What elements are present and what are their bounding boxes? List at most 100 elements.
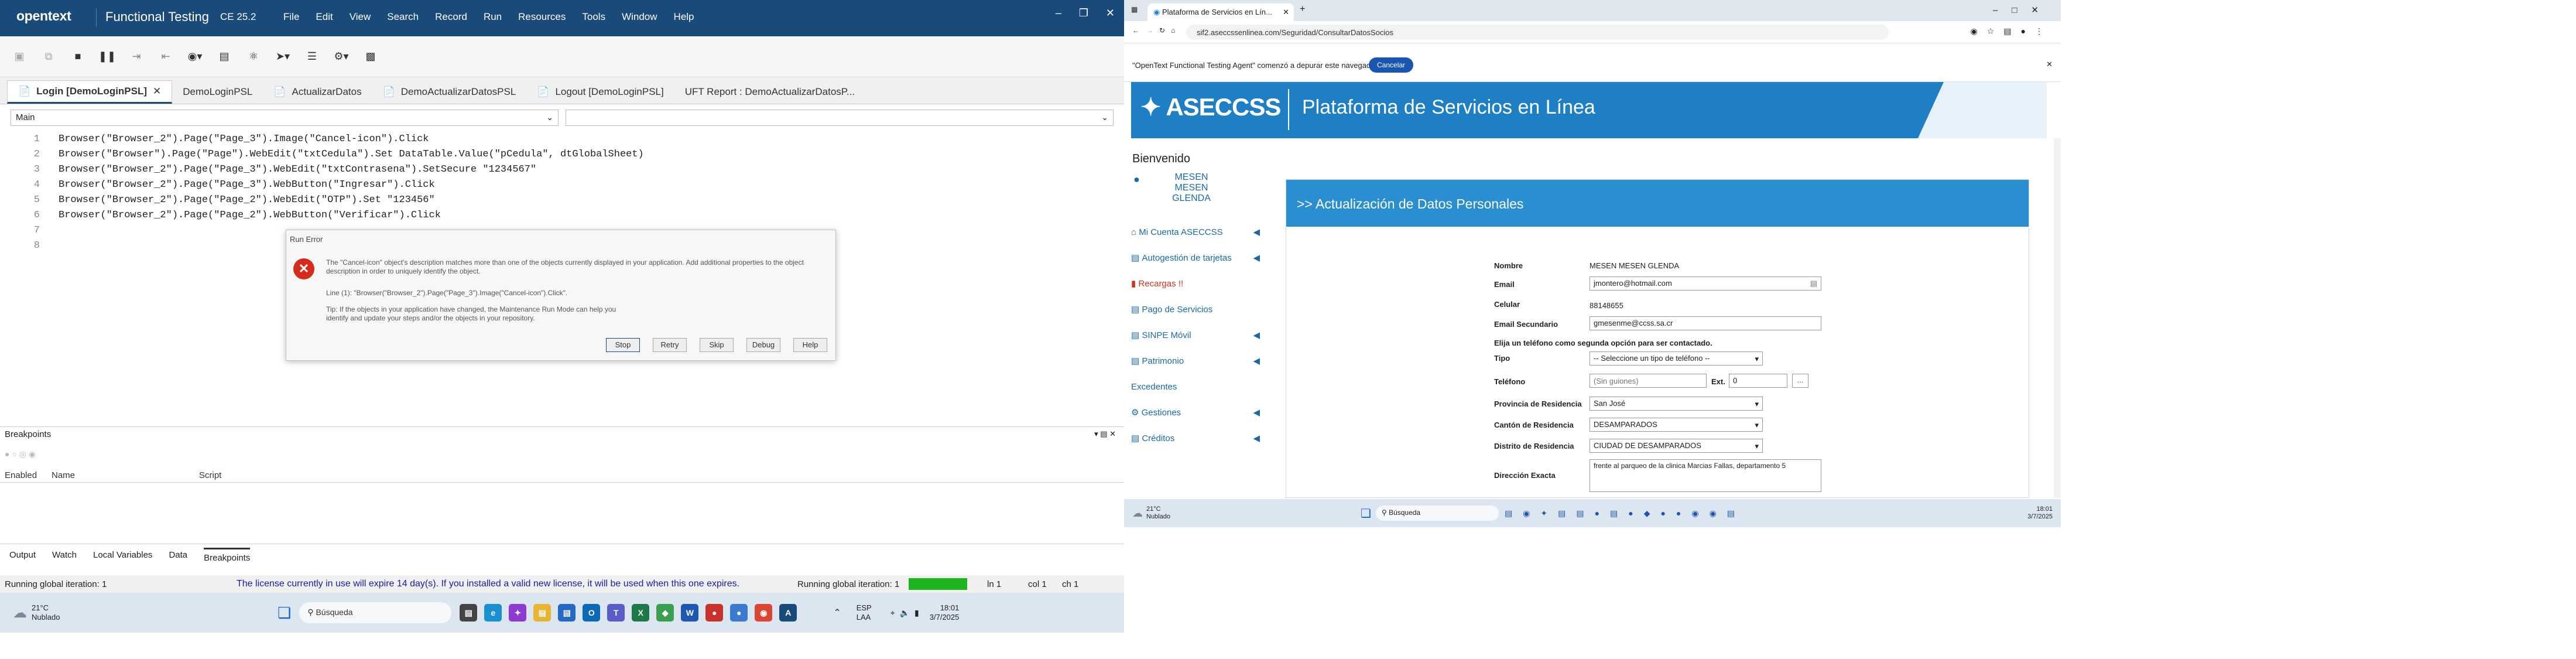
sidebar-item-patrimonio[interactable]: ▤ Patrimonio ◀ [1131,348,1260,374]
step-into-icon[interactable]: ⇥ [130,50,143,63]
page-scrollbar[interactable] [2054,138,2061,498]
analyze-icon[interactable]: ⚛ [247,50,260,63]
battery-icon[interactable]: ▮ [914,608,919,618]
menu-record[interactable]: Record [435,11,467,23]
taskbar-search[interactable]: ⚲ Búsqueda [1375,506,1499,521]
windows-start-icon[interactable]: ❏ [278,604,291,622]
sidebar-item-sinpe[interactable]: ▤ SINPE Móvil ◀ [1131,322,1260,348]
extensions-icon[interactable]: ▤ [2003,26,2020,36]
tab-search-icon[interactable]: ▦ [1131,5,1138,13]
outlook-icon[interactable]: O [583,604,601,622]
minimize-icon[interactable]: – [1056,7,1061,19]
close-icon[interactable]: ✕ [1106,7,1115,19]
stop-icon[interactable]: ■ [71,50,84,63]
word-icon[interactable]: W [681,604,699,622]
sidebar-item-autogestion[interactable]: ▤ Autogestión de tarjetas ◀ [1131,245,1260,271]
code-line[interactable]: Browser("Browser").Page("Page").WebEdit(… [59,149,644,160]
tab-demoactualizardatospsl[interactable]: 📄 DemoActualizarDatosPSL [372,80,527,104]
tab-close-icon[interactable]: ✕ [1283,8,1289,17]
code-line[interactable]: Browser("Browser_2").Page("Page_3").WebE… [59,164,536,175]
action-dropdown[interactable]: Main ⌄ [11,110,559,126]
stop-button[interactable]: Stop [606,338,640,352]
object-dropdown[interactable]: ⌄ [566,110,1114,126]
direccion-textarea[interactable]: frente al parqueo de la clinica Marcias … [1590,459,1821,492]
col-name[interactable]: Name [52,470,75,480]
debug-options-icon[interactable]: ➤▾ [276,50,290,63]
menu-view[interactable]: View [350,11,371,23]
tab-login-demologinpsl[interactable]: 📄 Login [DemoLoginPSL] ✕ [7,80,173,104]
record-options-icon[interactable]: ◉▾ [188,50,203,63]
close-icon[interactable]: ✕ [2031,5,2053,15]
store-icon[interactable]: ▤ [558,604,576,622]
menu-search[interactable]: Search [387,11,419,23]
uft-icon[interactable]: A [779,604,797,622]
help-button[interactable]: Help [793,338,827,352]
teams-icon[interactable]: T [607,604,625,622]
menu-window[interactable]: Window [622,11,657,23]
eye-icon[interactable]: ◉ [1971,26,1987,36]
step-out-icon[interactable]: ⇤ [159,50,172,63]
tab-local-variables[interactable]: Local Variables [93,550,152,560]
menu-file[interactable]: File [283,11,299,23]
app-green-icon[interactable]: ◆ [656,604,674,622]
weather-widget[interactable]: 21°C Nublado [32,603,108,622]
weather-icon[interactable]: ☁ [1132,507,1143,520]
excel-icon[interactable]: X [632,604,650,622]
weather-widget[interactable]: 21°C Nublado [1146,506,1211,521]
menu-tools[interactable]: Tools [582,11,605,23]
tipo-dropdown[interactable]: -- Seleccione un tipo de teléfono -- ▾ [1590,351,1763,366]
save-icon[interactable]: ▣ [13,50,26,63]
retry-button[interactable]: Retry [653,338,687,352]
tab-close-icon[interactable]: ✕ [153,86,161,97]
sidebar-item-gestiones[interactable]: ⚙ Gestiones ◀ [1131,400,1260,425]
code-line[interactable]: Browser("Browser_2").Page("Page_2").WebE… [59,194,435,206]
autofill-icon[interactable]: ▤ [1810,279,1817,288]
language-indicator[interactable]: ESP LAA [857,603,880,622]
back-icon[interactable]: ← [1132,26,1139,35]
chrome-icon[interactable]: ◉ [755,604,773,622]
app-red-icon[interactable]: ● [705,604,724,622]
infobar-close-icon[interactable]: ✕ [2046,60,2053,69]
task-view-icon[interactable]: ▤ [460,604,478,622]
star-icon[interactable]: ☆ [1987,26,2004,36]
clock[interactable]: 18:01 3/7/2025 [930,603,960,622]
skip-button[interactable]: Skip [700,338,734,352]
tab-data[interactable]: Data [169,550,187,560]
forward-icon[interactable]: → [1146,26,1153,35]
add-phone-button[interactable]: … [1792,374,1808,388]
object-spy-icon[interactable]: ▩ [364,50,377,63]
list-icon[interactable]: ☰ [306,50,318,63]
menu-run[interactable]: Run [484,11,502,23]
edge-icon[interactable]: e [484,604,502,622]
tab-demologinpsl[interactable]: DemoLoginPSL [172,80,263,104]
code-line[interactable]: Browser("Browser_2").Page("Page_3").Imag… [59,134,429,145]
menu-help[interactable]: Help [674,11,694,23]
tab-watch[interactable]: Watch [52,550,77,560]
copy-icon[interactable]: ⧉ [42,50,55,63]
weather-icon[interactable]: ☁ [13,605,27,622]
archive-icon[interactable]: ▤ [218,50,231,63]
restore-icon[interactable]: ❐ [1079,7,1088,19]
code-line[interactable]: Browser("Browser_2").Page("Page_2").WebB… [59,210,441,221]
col-enabled[interactable]: Enabled [5,470,37,480]
menu-edit[interactable]: Edit [316,11,333,23]
canton-dropdown[interactable]: DESAMPARADOS ▾ [1590,418,1763,432]
code-line[interactable]: Browser("Browser_2").Page("Page_3").WebB… [59,179,435,190]
ext-field[interactable]: 0 [1729,374,1787,388]
kebab-menu-icon[interactable]: ⋮ [2035,26,2053,36]
url-field[interactable]: sif2.aseccssenlinea.com/Seguridad/Consul… [1186,25,1889,40]
pane-menu-icon[interactable]: ▾ ▤ ✕ [1094,429,1116,439]
maximize-icon[interactable]: □ [2012,5,2031,15]
new-tab-icon[interactable]: + [1300,4,1305,15]
sidebar-item-recargas[interactable]: ▮ Recargas !! [1131,271,1260,296]
sidebar-item-excedentes[interactable]: Excedentes [1131,374,1260,400]
sidebar-item-creditos[interactable]: ▤ Créditos ◀ [1131,425,1260,451]
telefono-input[interactable] [1590,374,1707,388]
file-explorer-icon[interactable]: ▤ [533,604,551,622]
taskbar-search[interactable]: ⚲ Búsqueda [299,602,452,623]
pause-icon[interactable]: ❚❚ [98,50,116,63]
cancel-debug-button[interactable]: Cancelar [1369,57,1414,73]
windows-start-icon[interactable]: ❏ [1361,506,1371,521]
col-script[interactable]: Script [199,470,221,480]
profile-icon[interactable]: ● [2021,26,2035,36]
